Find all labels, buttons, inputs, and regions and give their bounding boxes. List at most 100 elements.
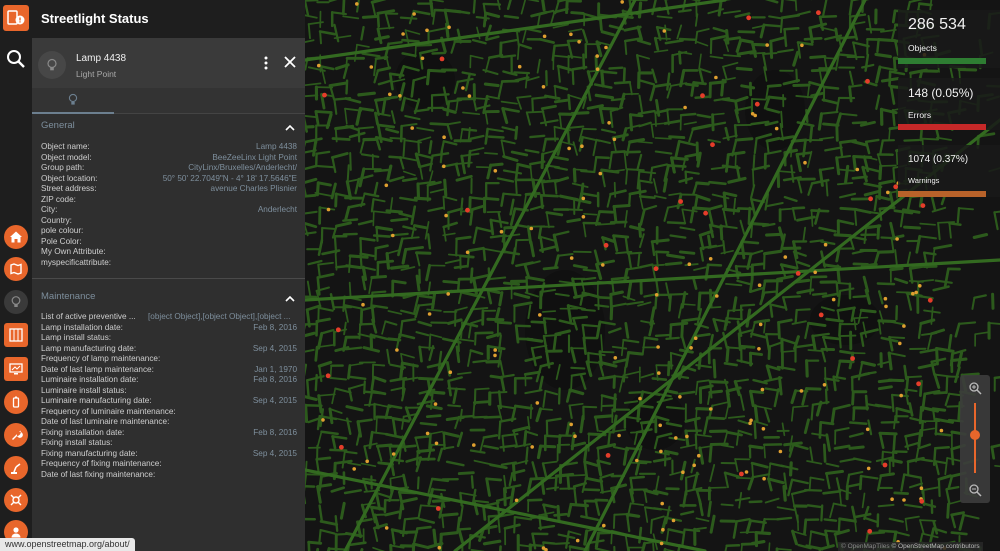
lightbulb-icon[interactable] <box>4 290 28 314</box>
objects-count: 286 534 <box>908 16 966 33</box>
cabinet-icon[interactable] <box>4 323 28 347</box>
detail-key: Frequency of lamp maintenance: <box>41 354 161 363</box>
close-icon[interactable] <box>282 54 298 70</box>
section-divider <box>32 278 305 279</box>
zoom-out-icon[interactable] <box>968 483 982 497</box>
more-vert-icon[interactable] <box>260 54 272 72</box>
detail-value: Sep 4, 2015 <box>252 396 297 405</box>
errors-label: Errors <box>908 110 932 120</box>
detail-row: Pole Color: <box>41 237 297 248</box>
detail-value: Feb 8, 2016 <box>253 427 297 437</box>
detail-row: Luminaire installation date: Feb 8, 2016 <box>41 375 297 386</box>
detail-key: pole colour: <box>41 226 84 235</box>
detail-row: Lamp installation date: Feb 8, 2016 <box>41 323 297 334</box>
warnings-count: 1074 (0.37%) <box>908 154 969 165</box>
detail-value[interactable]: [object Object],[object Object],[object … <box>148 312 290 323</box>
detail-row: Date of last luminaire maintenance: <box>41 417 297 428</box>
detail-value: avenue Charles Plisnier <box>210 184 297 193</box>
lightbulb-icon <box>38 51 66 79</box>
detail-value: CityLinx/Bruxelles/Anderlecht/ <box>188 163 297 172</box>
warnings-stat-card[interactable]: 1074 (0.37%) Warnings <box>898 145 1000 197</box>
detail-row: Street address: avenue Charles Plisnier <box>41 184 297 195</box>
detail-row: ZIP code: <box>41 195 297 206</box>
detail-row: Country: <box>41 216 297 227</box>
objects-stat-card[interactable]: 286 534 Objects <box>898 10 1000 68</box>
detail-row: Fixing installation date: Feb 8, 2016 <box>41 428 297 439</box>
maintenance-section-header[interactable]: Maintenance <box>32 288 305 306</box>
detail-key: Date of last fixing maintenance: <box>41 469 156 479</box>
detail-value: Sep 4, 2015 <box>252 448 297 458</box>
detail-value: Jan 1, 1970 <box>254 364 297 374</box>
detail-row: City: Anderlecht <box>41 205 297 216</box>
detail-value: Feb 8, 2016 <box>253 375 297 384</box>
detail-key: Object location: <box>41 173 98 183</box>
detail-key: Fixing install status: <box>41 438 113 447</box>
map-canvas[interactable] <box>305 0 1000 551</box>
lightbulb-icon <box>68 93 78 105</box>
search-icon[interactable] <box>5 48 27 70</box>
chevron-up-icon[interactable] <box>284 291 296 302</box>
app-root: Streetlight Status Lamp 4438 Light Point… <box>0 0 1000 551</box>
general-heading: General <box>41 120 75 131</box>
warnings-bar <box>898 191 986 197</box>
maintenance-rows: List of active preventive ... [object Obj… <box>41 312 297 480</box>
detail-value: Anderlecht <box>257 205 297 214</box>
detail-row: Lamp install status: <box>41 333 297 344</box>
detail-row: Date of last fixing maintenance: <box>41 470 297 481</box>
detail-value: Lamp 4438 <box>256 142 297 151</box>
zoom-control <box>960 375 990 503</box>
detail-row: myspecificattribute: <box>41 258 297 269</box>
detail-row: Object name: Lamp 4438 <box>41 142 297 153</box>
attribution-osm[interactable]: © OpenStreetMap contributors <box>891 543 979 550</box>
status-bar-url: www.openstreetmap.org/about/ <box>0 538 135 551</box>
detail-row: Luminaire install status: <box>41 386 297 397</box>
errors-count: 148 (0.05%) <box>908 86 974 100</box>
detail-row: Frequency of fixing maintenance: <box>41 459 297 470</box>
detail-tabs <box>32 88 305 114</box>
detail-key: Lamp installation date: <box>41 322 123 332</box>
detail-value: Sep 4, 2015 <box>252 343 297 353</box>
errors-bar <box>898 124 986 130</box>
home-icon[interactable] <box>4 225 28 249</box>
app-title: Streetlight Status <box>41 11 149 26</box>
zoom-slider-handle[interactable] <box>970 429 980 440</box>
zoom-in-icon[interactable] <box>968 381 982 395</box>
map-layers-icon[interactable] <box>4 257 28 281</box>
detail-key: Group path: <box>41 163 85 172</box>
general-section-header[interactable]: General <box>32 117 305 135</box>
detail-row: pole colour: <box>41 226 297 237</box>
detail-row: Luminaire manufacturing date: Sep 4, 2015 <box>41 396 297 407</box>
logo-icon[interactable] <box>3 5 29 31</box>
objects-label: Objects <box>908 43 937 53</box>
detail-key: Street address: <box>41 184 97 193</box>
tab-lightbulb[interactable] <box>32 88 114 114</box>
detail-row: List of active preventive ... [object Obj… <box>41 312 297 323</box>
detail-key: Luminaire installation date: <box>41 375 139 384</box>
monitor-icon[interactable] <box>4 357 28 381</box>
wrench-icon[interactable] <box>4 423 28 447</box>
objects-bar <box>898 58 986 64</box>
detail-key: Lamp manufacturing date: <box>41 343 137 353</box>
detail-key: Date of last lamp maintenance: <box>41 364 154 374</box>
detail-key: Object name: <box>41 142 90 151</box>
chevron-up-icon[interactable] <box>284 120 296 131</box>
robot-arm-icon[interactable] <box>4 456 28 480</box>
detail-row: Group path: CityLinx/Bruxelles/Anderlecht… <box>41 163 297 174</box>
detail-key: Object model: <box>41 152 92 162</box>
street-map[interactable] <box>305 0 1000 551</box>
errors-stat-card[interactable]: 148 (0.05%) Errors <box>898 78 1000 130</box>
battery-icon[interactable] <box>4 390 28 414</box>
detail-key: Pole Color: <box>41 236 82 246</box>
maintenance-heading: Maintenance <box>41 291 96 302</box>
detail-key: Fixing installation date: <box>41 427 125 437</box>
general-rows: Object name: Lamp 4438 Object model: BeeZee… <box>41 142 297 268</box>
detail-key: Fixing manufacturing date: <box>41 448 138 458</box>
detail-key: City: <box>41 205 58 214</box>
detail-key: Lamp install status: <box>41 333 112 342</box>
detail-key: My Own Attribute: <box>41 247 106 256</box>
detail-row: Lamp manufacturing date: Sep 4, 2015 <box>41 344 297 355</box>
settings-cross-icon[interactable] <box>4 488 28 512</box>
object-details-panel: Lamp 4438 Light Point General Object nam… <box>32 38 305 551</box>
detail-key: ZIP code: <box>41 194 76 204</box>
attribution-openmaptiles[interactable]: © OpenMapTiles <box>841 543 890 550</box>
